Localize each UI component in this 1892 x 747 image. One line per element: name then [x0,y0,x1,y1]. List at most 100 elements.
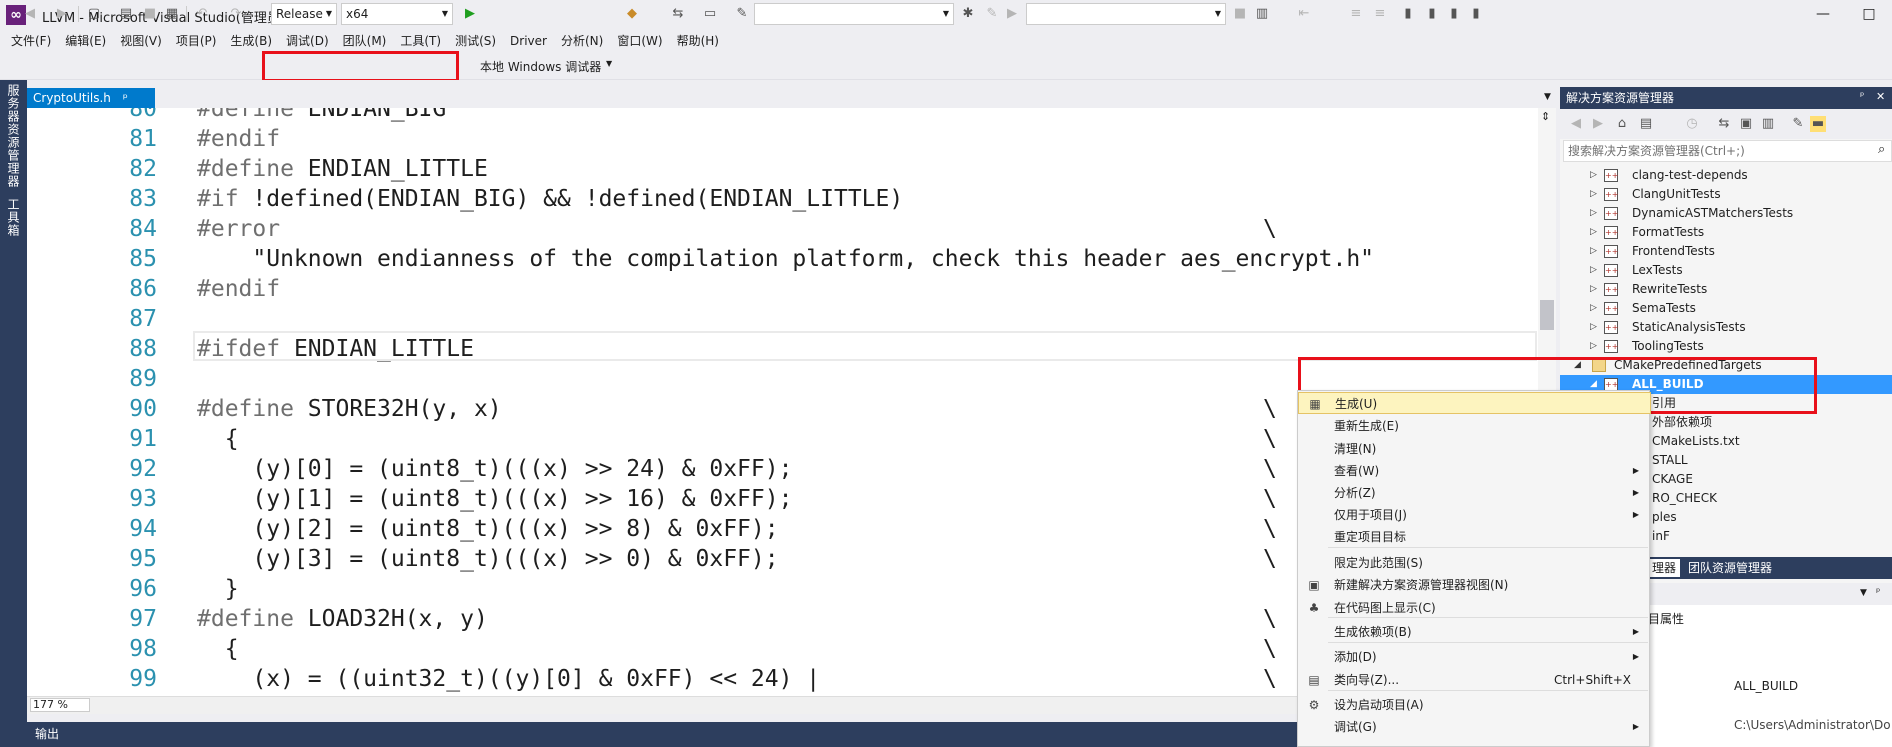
tree-item-project[interactable]: ▷ ++ ToolingTests [1560,337,1892,356]
context-menu-item[interactable]: ⚙ 设为启动项目(A) [1298,694,1651,716]
indent-icon[interactable]: ⇤ [1296,6,1312,22]
menu-build[interactable]: 生成(B) [223,30,279,52]
tree-item-project[interactable]: ▷ ++ FrontendTests [1560,242,1892,261]
home-icon[interactable]: ⌂ [1614,116,1630,132]
pencil-icon[interactable]: ✎ [734,6,750,22]
context-menu-item[interactable]: ▣ 新建解决方案资源管理器视图(N) [1298,574,1651,596]
scrollbar-thumb[interactable] [1540,300,1554,330]
expand-icon[interactable]: ▷ [1590,166,1597,185]
pending-changes-icon[interactable]: ◷ [1684,116,1700,132]
split-icon[interactable]: ⇕ [1541,110,1550,123]
bookmark-clear-icon[interactable]: ▮ [1468,6,1484,22]
redo-icon[interactable]: ↷ [228,6,244,22]
tab-cryptoutils-h[interactable]: CryptoUtils.h ᵖ ✕ [27,88,155,125]
expand-icon[interactable]: ▷ [1590,261,1597,280]
menu-project[interactable]: 项目(P) [169,30,224,52]
context-menu-item[interactable]: 调试(G) ▶ [1298,716,1651,738]
menu-edit[interactable]: 编辑(E) [58,30,113,52]
toolbox-tab[interactable]: 工具箱 [4,198,22,238]
expand-icon[interactable]: ▷ [1590,299,1597,318]
context-menu-item[interactable]: 仅用于项目(J) ▶ [1298,504,1651,526]
menu-team[interactable]: 团队(M) [336,30,394,52]
sync-icon[interactable]: ⇆ [1716,116,1732,132]
menu-window[interactable]: 窗口(W) [610,30,669,52]
context-menu-item[interactable]: 重定项目目标 [1298,526,1651,548]
solution-configuration-dropdown[interactable]: Release ▼ [271,3,337,25]
align-icon[interactable]: ≡ [1348,6,1364,22]
tree-item-project[interactable]: ▷ ++ DynamicASTMatchersTests [1560,204,1892,223]
expand-icon[interactable]: ▷ [1590,223,1597,242]
bookmark-icon[interactable]: ▮ [1400,6,1416,22]
expand-icon[interactable]: ▷ [1590,242,1597,261]
minimize-button[interactable]: — [1800,0,1846,30]
switch-views-icon[interactable]: ▤ [1638,116,1654,132]
open-file-icon[interactable]: ▤ [118,6,134,22]
context-menu-item[interactable]: ♣ 在代码图上显示(C) [1298,597,1651,619]
context-menu-item[interactable]: 限定为此范围(S) [1298,552,1651,574]
solution-search-input[interactable]: 搜索解决方案资源管理器(Ctrl+;) [1563,140,1892,162]
new-project-icon[interactable]: ▢ [86,6,102,22]
context-menu-item[interactable]: ▤ 类向导(Z)... Ctrl+Shift+X [1298,669,1651,691]
target-combo[interactable]: ▼ [1026,3,1226,25]
tree-item-project[interactable]: ▷ ++ SemaTests [1560,299,1892,318]
code-line[interactable]: 85 "Unknown endianness of the compilatio… [27,244,1539,274]
tree-item-project[interactable]: ▷ ++ StaticAnalysisTests [1560,318,1892,337]
preview-icon[interactable]: ▬ [1810,116,1826,132]
stop-icon[interactable]: ■ [1232,6,1248,22]
context-menu-item[interactable]: 查看(W) ▶ [1298,460,1651,482]
align-icon[interactable]: ≡ [1372,6,1388,22]
edit-icon[interactable]: ✎ [984,6,1000,22]
menu-debug[interactable]: 调试(D) [279,30,336,52]
tree-item-project[interactable]: ▷ ++ FormatTests [1560,223,1892,242]
server-explorer-tab[interactable]: 服务器资源管理器 [4,84,22,194]
menu-analyze[interactable]: 分析(N) [554,30,610,52]
step-icon[interactable]: ⇆ [670,6,686,22]
menu-driver[interactable]: Driver [503,30,554,52]
context-menu-item[interactable]: 生成依赖项(B) ▶ [1298,621,1651,643]
context-menu-item[interactable]: 添加(D) ▶ [1298,646,1651,668]
expand-icon[interactable]: ▷ [1590,318,1597,337]
code-line[interactable]: 83 #if !defined(ENDIAN_BIG) && !defined(E… [27,184,1539,214]
code-line[interactable]: 81 #endif [27,124,1539,154]
pin-icon[interactable]: ᵖ [1876,587,1880,598]
bookmark-prev-icon[interactable]: ▮ [1424,6,1440,22]
tree-item-project[interactable]: ▷ ++ clang-test-depends [1560,166,1892,185]
tab-team-explorer[interactable]: 团队资源管理器 [1684,559,1776,577]
context-menu-item[interactable]: ▦ 生成(U) [1298,392,1651,414]
code-line[interactable]: 84 #error \ [27,214,1539,244]
pin-icon[interactable]: ᵖ [123,91,128,105]
expand-icon[interactable]: ▷ [1590,185,1597,204]
tree-item-project[interactable]: ▷ ++ RewriteTests [1560,280,1892,299]
save-icon[interactable]: ■ [142,6,158,22]
expand-icon[interactable]: ▷ [1590,204,1597,223]
find-combo[interactable]: ▼ [754,3,954,25]
code-line[interactable]: 87 [27,304,1539,334]
code-line[interactable]: 82 #define ENDIAN_LITTLE [27,154,1539,184]
bookmark-next-icon[interactable]: ▮ [1446,6,1462,22]
arrow-icon[interactable]: ▶ [1004,6,1020,22]
code-line[interactable]: 80 #define ENDIAN_BIG [27,108,1539,124]
show-all-files-icon[interactable]: ▥ [1760,116,1776,132]
start-debugging-button[interactable]: 本地 Windows 调试器 [480,58,601,75]
tab-overflow-icon[interactable]: ▼ [1544,92,1551,102]
expand-icon[interactable]: ▷ [1590,280,1597,299]
save-all-icon[interactable]: ▦ [164,6,180,22]
forward-icon[interactable]: ▶ [54,6,70,22]
context-menu-item[interactable]: 重新生成(E) [1298,415,1651,437]
pin-icon[interactable]: ᵖ [1860,91,1864,102]
attach-icon[interactable]: ▥ [1254,6,1270,22]
close-icon[interactable]: ✕ [1876,90,1885,103]
collapse-all-icon[interactable]: ▣ [1738,116,1754,132]
tab-solution-explorer[interactable]: 理器 [1648,559,1681,577]
tree-item-project[interactable]: ▷ ++ LexTests [1560,261,1892,280]
maximize-button[interactable]: □ [1846,0,1892,30]
code-line[interactable]: 86 #endif [27,274,1539,304]
expand-icon[interactable]: ▷ [1590,337,1597,356]
undo-icon[interactable]: ↶ [194,6,210,22]
menu-test[interactable]: 测试(S) [448,30,503,52]
menu-tools[interactable]: 工具(T) [393,30,448,52]
comment-icon[interactable]: ▭ [702,6,718,22]
zoom-dropdown[interactable]: 177 % [30,698,90,712]
context-menu-item[interactable]: 分析(Z) ▶ [1298,482,1651,504]
chevron-down-icon[interactable]: ▼ [1860,588,1867,598]
